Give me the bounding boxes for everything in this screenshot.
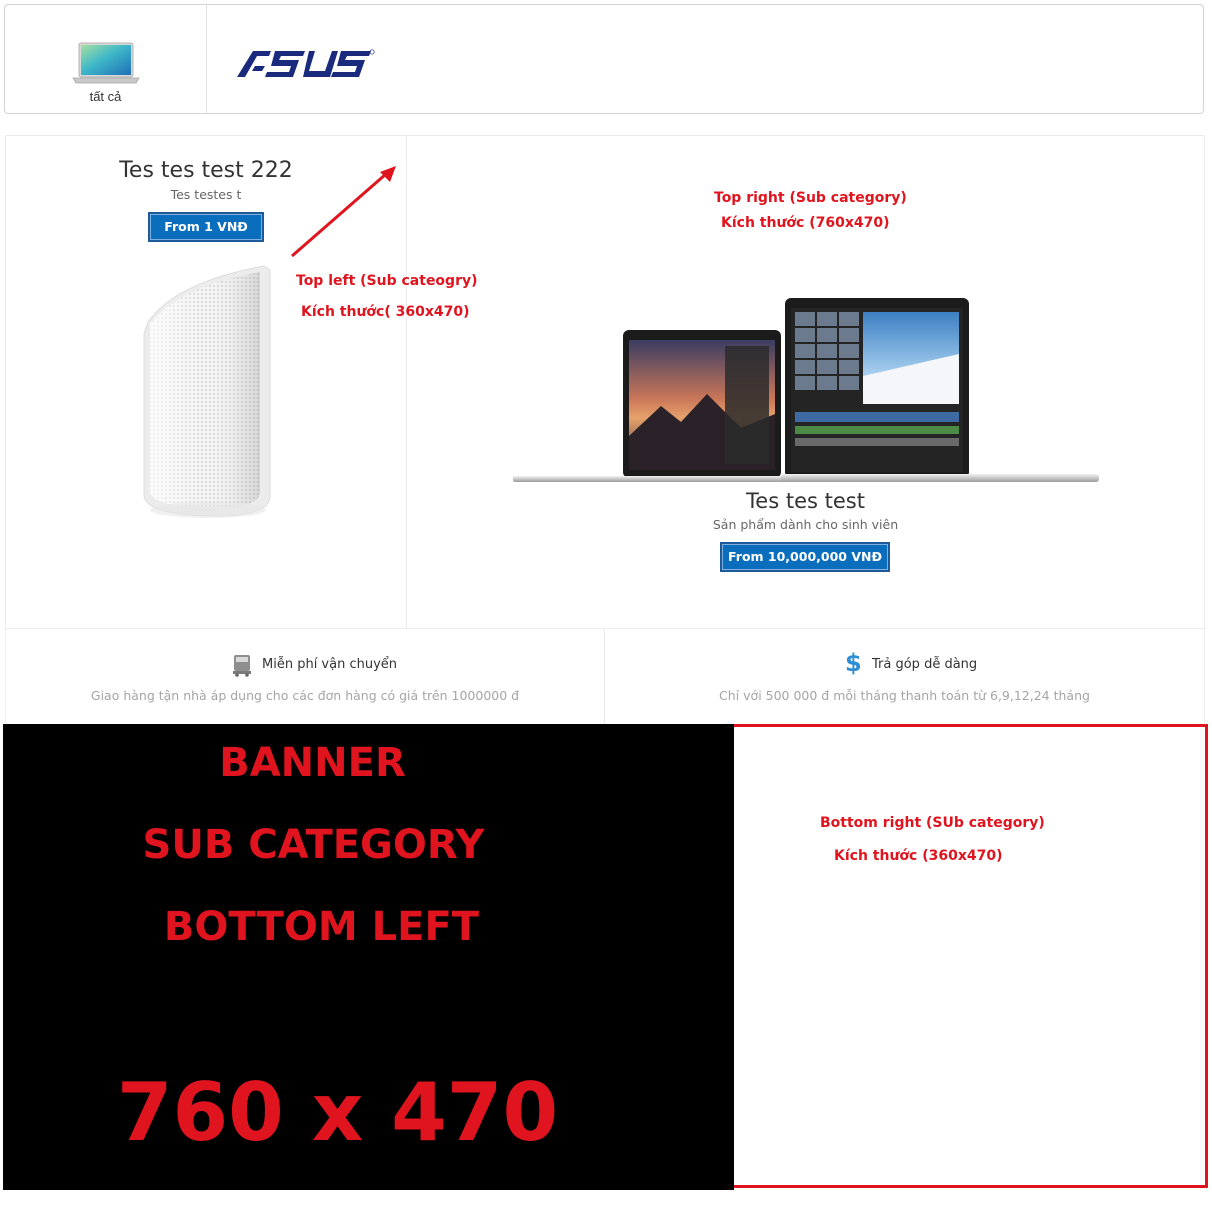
features-row: Miễn phí vận chuyển Giao hàng tận nhà áp… [5,629,1205,724]
feature-installment-desc: Chỉ với 500 000 đ mỗi tháng thanh toán t… [719,688,1090,703]
truck-icon [233,655,251,677]
category-all-label: tất cả [89,89,122,104]
category-asus[interactable] [235,47,375,84]
banner-bottom-right[interactable]: Bottom right (SUb category) Kích thước (… [734,724,1208,1188]
asus-logo [237,49,375,77]
top-right-price-button[interactable]: From 10,000,000 VNĐ [720,542,890,572]
category-nav: tất cả [4,4,1204,114]
promo-top-left[interactable]: Tes tes test 222 Tes testes t From 1 VNĐ [6,136,478,628]
banner-line-3: BOTTOM LEFT [163,904,480,950]
feature-free-shipping-title: Miễn phí vận chuyển [262,657,398,672]
top-right-note-title: Top right (Sub category) [714,190,907,206]
banner-bottom-left[interactable]: BANNER SUB CATEGORY BOTTOM LEFT 760 x 47… [3,724,734,1190]
banner-line-1: BANNER [219,740,406,786]
laptop-icon [72,42,140,84]
promo-top-right[interactable]: Top right (Sub category) Kích thước (760… [407,136,1204,628]
top-right-note-size: Kích thước (760x470) [721,215,890,231]
banner-line-2: SUB CATEGORY [142,822,485,868]
top-left-price-button[interactable]: From 1 VNĐ [148,212,264,242]
feature-installment-title: Trả góp dễ dàng [872,657,978,672]
banner-size: 760 x 470 [116,1066,559,1159]
bottom-right-note-title: Bottom right (SUb category) [820,815,1045,831]
dollar-icon: $ [845,649,862,677]
speaker-product-image [143,265,271,518]
arrow-annotation-icon [291,166,396,258]
promo-section: Tes tes test 222 Tes testes t From 1 VNĐ [5,135,1205,629]
laptops-product-image [513,298,1099,482]
category-all[interactable]: tất cả [5,5,207,113]
top-right-subtitle: Sản phẩm dành cho sinh viên [712,517,899,532]
bottom-right-note-size: Kích thước (360x470) [834,848,1003,864]
feature-free-shipping-desc: Giao hàng tận nhà áp dụng cho các đơn hà… [90,688,520,703]
feature-free-shipping: Miễn phí vận chuyển Giao hàng tận nhà áp… [5,629,605,724]
top-right-title: Tes tes test [746,489,865,513]
feature-installment: $ Trả góp dễ dàng Chỉ với 500 000 đ mỗi … [605,629,1205,724]
